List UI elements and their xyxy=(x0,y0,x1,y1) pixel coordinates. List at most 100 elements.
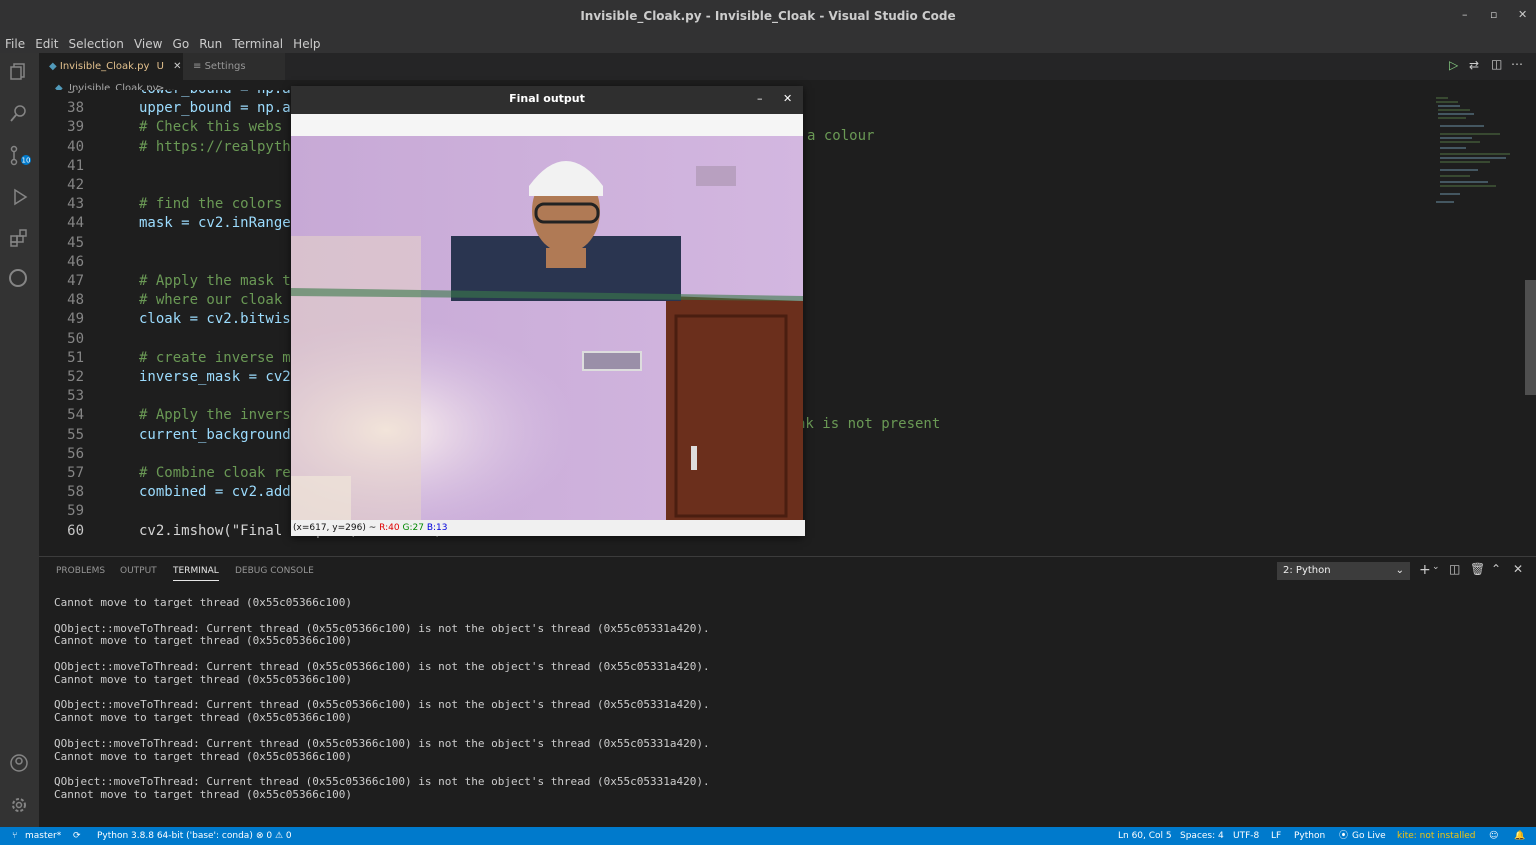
status-bar: ⑂ master* ⟳ Python 3.8.8 64-bit ('base':… xyxy=(0,827,1536,845)
line-number: 50 xyxy=(67,330,84,347)
terminal-select-value: 2: Python xyxy=(1283,565,1331,576)
untracked-badge: U xyxy=(156,61,164,72)
pixel-blue: B:13 xyxy=(426,523,448,533)
code-text: # where our cloak xyxy=(139,292,283,309)
close-panel-icon[interactable]: ✕ xyxy=(1513,562,1523,576)
line-number: 38 xyxy=(67,100,84,117)
menu-go[interactable]: Go xyxy=(173,35,190,53)
popup-close-button[interactable]: ✕ xyxy=(783,86,792,112)
encoding[interactable]: UTF-8 xyxy=(1233,827,1259,845)
terminal-line: Cannot move to target thread (0x55c05366… xyxy=(54,596,353,609)
webcam-frame-image xyxy=(291,136,803,520)
line-number: 44 xyxy=(67,215,84,232)
menu-view[interactable]: View xyxy=(134,35,162,53)
notifications-icon[interactable]: 🔔 xyxy=(1514,827,1525,845)
line-number: 40 xyxy=(67,138,84,155)
terminal-line: QObject::moveToThread: Current thread (0… xyxy=(54,659,710,673)
terminal-select[interactable]: 2: Python ⌄ xyxy=(1277,562,1410,580)
code-text: # Apply the mask t xyxy=(139,273,291,289)
line-number: 49 xyxy=(67,311,84,328)
line-number: 54 xyxy=(67,407,84,424)
end-of-line[interactable]: LF xyxy=(1271,827,1281,845)
code-text: upper_bound = np.a xyxy=(139,100,291,117)
menu-file[interactable]: File xyxy=(5,35,25,53)
window-title: Invisible_Cloak.py - Invisible_Cloak - V… xyxy=(580,9,956,23)
cursor-position[interactable]: Ln 60, Col 5 xyxy=(1118,827,1172,845)
menu-terminal[interactable]: Terminal xyxy=(232,35,283,53)
indentation[interactable]: Spaces: 4 xyxy=(1180,827,1224,845)
line-number: 37 xyxy=(39,90,84,99)
tab-output[interactable]: OUTPUT xyxy=(120,566,157,576)
branch-icon: ⑂ xyxy=(12,831,18,841)
new-terminal-icon[interactable]: + xyxy=(1419,562,1431,578)
tab-debug-console[interactable]: DEBUG CONSOLE xyxy=(235,566,314,576)
svg-text:10: 10 xyxy=(22,157,31,165)
explorer-icon[interactable] xyxy=(9,61,29,81)
pixel-green: G:27 xyxy=(402,523,424,533)
split-editor-icon[interactable]: ◫ xyxy=(1491,57,1502,71)
line-number: 53 xyxy=(67,388,84,405)
code-text: # find the colors xyxy=(139,196,283,213)
tab-close-icon[interactable]: ✕ xyxy=(173,61,181,72)
bottom-panel: PROBLEMS OUTPUT TERMINAL DEBUG CONSOLE 2… xyxy=(39,556,1536,828)
code-text: mask = cv2.inRange xyxy=(139,215,291,232)
minimize-window-button[interactable]: – xyxy=(1462,8,1468,21)
terminal-line: Cannot move to target thread (0x55c05366… xyxy=(54,634,353,648)
line-number: 60 xyxy=(67,522,84,539)
line-number: 46 xyxy=(67,253,84,270)
run-debug-icon[interactable] xyxy=(9,187,29,207)
launch-profile-chevron-icon[interactable]: ⌄ xyxy=(1432,562,1440,572)
source-control-icon[interactable]: 10 xyxy=(9,145,31,166)
popup-toolbar-area xyxy=(291,114,803,136)
tab-label: Settings xyxy=(204,61,246,72)
tab-invisible-cloak[interactable]: ◆ Invisible_Cloak.py U ✕ xyxy=(39,53,191,80)
title-bar: Invisible_Cloak.py - Invisible_Cloak - V… xyxy=(0,0,1536,34)
menu-selection[interactable]: Selection xyxy=(69,35,124,53)
problems-count[interactable]: ⊗ 0 ⚠ 0 xyxy=(256,827,292,845)
menu-run[interactable]: Run xyxy=(199,35,222,53)
run-file-icon[interactable]: ▷ xyxy=(1449,58,1458,72)
kill-terminal-icon[interactable]: 🗑 xyxy=(1470,562,1485,576)
maximize-window-button[interactable]: ▫ xyxy=(1490,8,1497,21)
more-actions-icon[interactable]: ⋯ xyxy=(1511,57,1523,71)
editor-scrollbar[interactable] xyxy=(1525,280,1536,395)
menu-edit[interactable]: Edit xyxy=(35,35,58,53)
code-text: # Check this webs xyxy=(139,119,283,136)
maximize-panel-icon[interactable]: ⌃ xyxy=(1491,562,1501,576)
close-window-button[interactable]: ✕ xyxy=(1518,8,1527,21)
language-mode[interactable]: Python xyxy=(1294,827,1325,845)
tab-problems[interactable]: PROBLEMS xyxy=(56,566,105,576)
feedback-icon[interactable]: ☺ xyxy=(1489,827,1498,845)
split-terminal-icon[interactable]: ◫ xyxy=(1449,562,1460,576)
search-icon[interactable] xyxy=(9,103,29,123)
line-number: 45 xyxy=(67,234,84,251)
line-number: 39 xyxy=(67,119,84,136)
sync-icon[interactable]: ⟳ xyxy=(73,827,81,845)
line-number: 48 xyxy=(67,292,84,309)
compare-changes-icon[interactable]: ⇄ xyxy=(1469,58,1479,72)
code-text: combined = cv2.add xyxy=(139,484,291,501)
line-number: 52 xyxy=(67,369,84,385)
account-icon[interactable] xyxy=(9,753,29,773)
final-output-window[interactable]: Final output – ✕ (x=617, y=296) ~ R:40 G… xyxy=(291,86,805,536)
popup-title-bar[interactable]: Final output – ✕ xyxy=(291,86,803,114)
python-interpreter[interactable]: Python 3.8.8 64-bit ('base': conda) xyxy=(97,827,253,845)
code-text: inverse_mask = cv2 xyxy=(139,369,291,385)
git-branch[interactable]: master* xyxy=(25,827,61,845)
tab-settings[interactable]: ≡ Settings xyxy=(183,53,285,80)
terminal-line: Cannot move to target thread (0x55c05366… xyxy=(54,672,353,686)
minimap[interactable] xyxy=(1430,90,1522,210)
code-text: # Apply the invers xyxy=(139,407,291,424)
settings-gear-icon[interactable] xyxy=(9,795,29,815)
menu-help[interactable]: Help xyxy=(293,35,320,53)
extensions-icon[interactable] xyxy=(9,228,29,248)
popup-minimize-button[interactable]: – xyxy=(757,86,763,112)
github-icon[interactable] xyxy=(9,269,29,289)
terminal-output[interactable]: Cannot move to target thread (0x55c05366… xyxy=(54,596,710,802)
tab-terminal[interactable]: TERMINAL xyxy=(173,566,219,581)
go-live[interactable]: Go Live xyxy=(1352,827,1386,845)
terminal-line: Cannot move to target thread (0x55c05366… xyxy=(54,787,353,801)
activity-bar: 10 xyxy=(0,53,39,827)
kite-status[interactable]: kite: not installed xyxy=(1397,827,1475,845)
